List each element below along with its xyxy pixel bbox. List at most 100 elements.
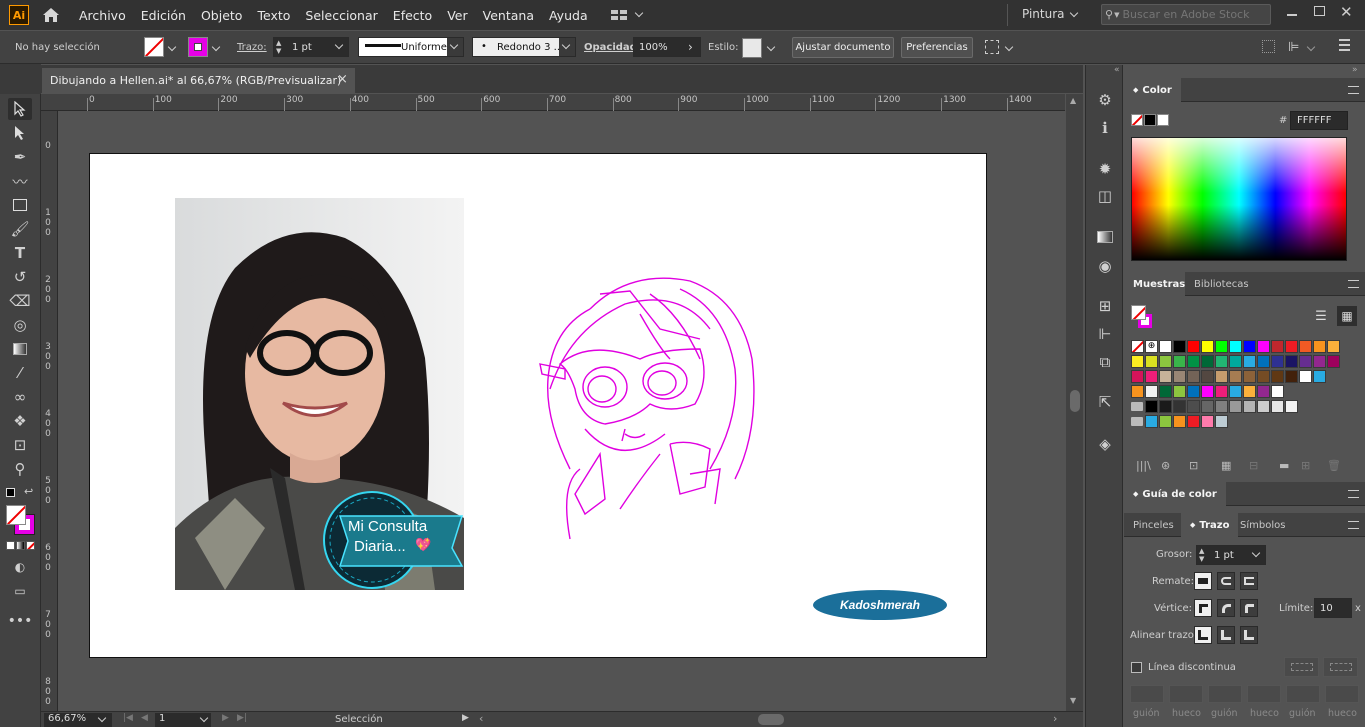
menu-ver[interactable]: Ver xyxy=(447,8,467,23)
color-swatch[interactable] xyxy=(1229,385,1242,398)
status-menu-arrow-icon[interactable]: ▶ xyxy=(462,713,469,723)
color-swatch[interactable] xyxy=(1215,355,1228,368)
list-view-icon[interactable]: ☰ xyxy=(1311,306,1331,326)
color-swatch[interactable] xyxy=(1271,355,1284,368)
last-artboard-icon[interactable]: ▶| xyxy=(237,713,247,723)
color-swatch[interactable] xyxy=(1145,370,1158,383)
layers-panel-icon[interactable]: ◈ xyxy=(1096,435,1114,453)
color-white-swatch[interactable] xyxy=(1157,114,1169,126)
color-swatch[interactable] xyxy=(1187,415,1200,428)
color-swatch[interactable] xyxy=(1159,355,1172,368)
new-folder-icon[interactable]: ▬ xyxy=(1279,459,1289,472)
artboard[interactable]: Mi Consulta Diaria... 💖 Kadoshmerah xyxy=(89,153,987,658)
color-swatch[interactable] xyxy=(1285,340,1298,353)
selection-tool-icon[interactable] xyxy=(8,98,32,120)
color-swatch[interactable] xyxy=(1201,370,1214,383)
color-swatch[interactable] xyxy=(1229,355,1242,368)
dash-field[interactable] xyxy=(1169,685,1203,703)
stroke-label[interactable]: Trazo: xyxy=(237,42,267,53)
tab-bibliotecas[interactable]: Bibliotecas xyxy=(1185,272,1258,296)
color-swatch[interactable] xyxy=(1131,370,1144,383)
tab-pinceles[interactable]: Pinceles xyxy=(1124,513,1183,537)
color-swatch[interactable] xyxy=(1215,400,1228,413)
eraser-tool-icon[interactable]: ⌫ xyxy=(8,290,32,312)
artboard-tool-icon[interactable]: ⊡ xyxy=(8,434,32,456)
color-swatch[interactable] xyxy=(1285,370,1298,383)
color-swatch[interactable] xyxy=(1271,385,1284,398)
menu-objeto[interactable]: Objeto xyxy=(201,8,243,23)
weight-chevron-icon[interactable] xyxy=(1251,548,1261,558)
stock-search-box[interactable]: ⚲ ▼ xyxy=(1101,4,1271,25)
color-swatch[interactable] xyxy=(1145,355,1158,368)
type-tool-icon[interactable]: T xyxy=(8,242,32,264)
align-outside-button[interactable] xyxy=(1240,626,1258,644)
color-swatch[interactable] xyxy=(1187,355,1200,368)
color-swatch[interactable] xyxy=(1243,340,1256,353)
weight-stepper-icon[interactable]: ▲ ▼ xyxy=(1199,547,1204,563)
color-swatch[interactable] xyxy=(1173,340,1186,353)
color-guide-tab[interactable]: ◆ Guía de color xyxy=(1124,482,1226,506)
color-swatch[interactable] xyxy=(1257,340,1270,353)
restore-window-icon[interactable] xyxy=(1314,6,1325,16)
swatch-folder-icon[interactable] xyxy=(1131,402,1143,411)
color-swatch[interactable] xyxy=(1299,340,1312,353)
swatch-options-icon[interactable]: ⊡ xyxy=(1189,459,1198,472)
blend-tool-icon[interactable]: ∞ xyxy=(8,386,32,408)
dash-field[interactable] xyxy=(1325,685,1359,703)
hscroll-thumb[interactable] xyxy=(758,714,784,725)
color-swatch[interactable] xyxy=(1187,370,1200,383)
color-swatch[interactable] xyxy=(1271,340,1284,353)
color-swatch[interactable] xyxy=(1257,385,1270,398)
transparency-panel-icon[interactable]: ◉ xyxy=(1096,257,1114,275)
graphic-styles-panel-icon[interactable]: ◫ xyxy=(1096,187,1114,205)
first-artboard-icon[interactable]: |◀ xyxy=(123,713,133,723)
curvature-tool-icon[interactable]: 〰 xyxy=(8,170,32,192)
color-none-swatch[interactable] xyxy=(1131,114,1143,126)
color-swatch[interactable] xyxy=(1313,340,1326,353)
style-dropdown-icon[interactable] xyxy=(766,42,776,52)
limit-field[interactable]: 10 xyxy=(1314,598,1352,618)
stroke-dropdown-icon[interactable] xyxy=(211,42,221,52)
color-swatch[interactable] xyxy=(1299,355,1312,368)
bevel-join-button[interactable] xyxy=(1240,599,1258,617)
export-panel-icon[interactable]: ⇱ xyxy=(1096,393,1114,411)
swatch-libraries-icon[interactable]: |||\ xyxy=(1136,459,1151,472)
color-swatch[interactable] xyxy=(1187,340,1200,353)
next-artboard-icon[interactable]: ▶ xyxy=(222,713,229,723)
hscroll-left-icon[interactable]: ‹ xyxy=(479,712,483,725)
panels-collapse-icon[interactable]: » xyxy=(1352,65,1358,75)
swatches-panel-menu-icon[interactable] xyxy=(1348,280,1359,288)
scroll-up-icon[interactable]: ▲ xyxy=(1070,96,1076,105)
color-spectrum[interactable] xyxy=(1131,137,1347,261)
color-black-swatch[interactable] xyxy=(1144,114,1156,126)
color-swatch[interactable] xyxy=(1173,370,1186,383)
new-color-group-icon[interactable]: ▦ xyxy=(1221,459,1231,472)
butt-cap-button[interactable] xyxy=(1194,572,1212,590)
registration-swatch[interactable]: ⊕ xyxy=(1145,340,1158,353)
properties-panel-icon[interactable]: ⚙ xyxy=(1096,91,1114,109)
close-tab-icon[interactable]: × xyxy=(337,72,348,87)
miter-join-button[interactable] xyxy=(1194,599,1212,617)
none-mode-icon[interactable] xyxy=(26,541,35,550)
fill-none-swatch[interactable] xyxy=(144,37,164,57)
color-swatch[interactable] xyxy=(1243,385,1256,398)
workspace-switcher[interactable]: Pintura xyxy=(1022,7,1065,21)
warp-tool-icon[interactable]: ◎ xyxy=(8,314,32,336)
color-swatch[interactable] xyxy=(1215,340,1228,353)
magenta-sketch[interactable] xyxy=(530,269,790,559)
color-swatch[interactable] xyxy=(1201,385,1214,398)
color-swatch[interactable] xyxy=(1201,415,1214,428)
color-swatch[interactable] xyxy=(1159,385,1172,398)
fill-indicator[interactable] xyxy=(6,505,26,525)
dashed-line-checkbox[interactable] xyxy=(1131,662,1142,673)
distribute-icon[interactable]: ⊫ xyxy=(1288,40,1299,55)
color-swatch[interactable] xyxy=(1327,355,1340,368)
color-swatch[interactable] xyxy=(1187,385,1200,398)
color-swatch[interactable] xyxy=(1159,415,1172,428)
color-swatch[interactable] xyxy=(1243,355,1256,368)
align-inside-button[interactable] xyxy=(1217,626,1235,644)
color-swatch[interactable] xyxy=(1243,370,1256,383)
draw-mode-icon[interactable]: ◐ xyxy=(8,556,32,578)
appearance-panel-icon[interactable]: ✹ xyxy=(1096,160,1114,178)
direct-selection-tool-icon[interactable] xyxy=(8,122,32,144)
